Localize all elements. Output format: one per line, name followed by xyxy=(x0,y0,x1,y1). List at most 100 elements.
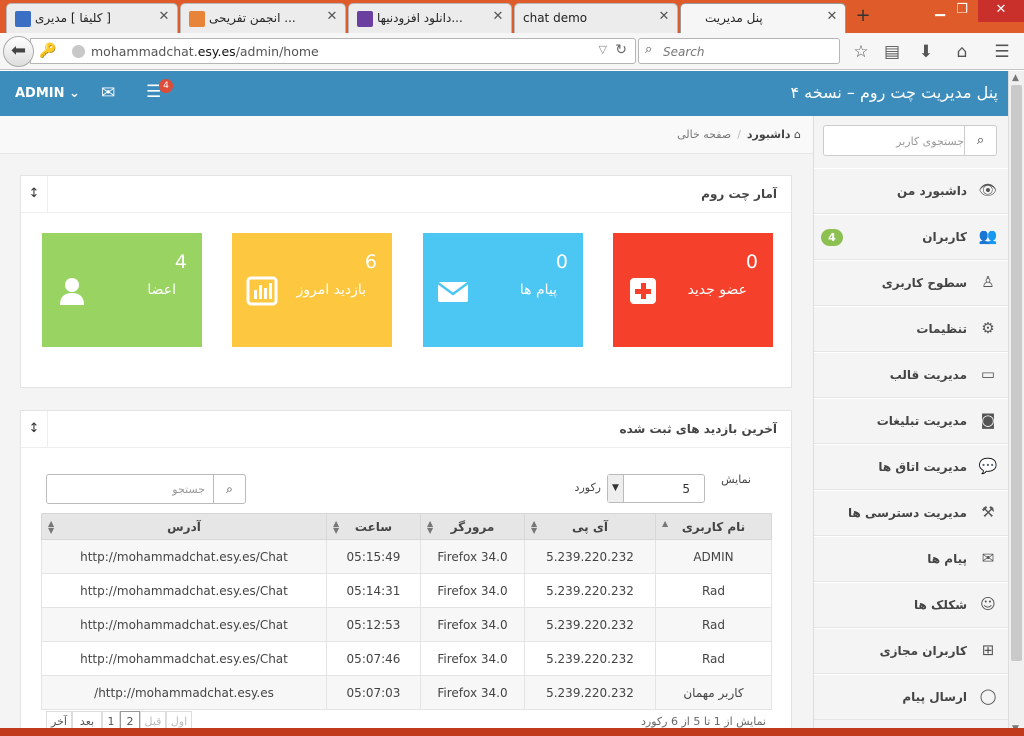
sidebar-item-label: سطوح کاربری xyxy=(881,276,967,290)
sidebar-item-virtual-users[interactable]: کاربران مجازی ⊞ xyxy=(814,628,1008,674)
sidebar-item-dashboard[interactable]: داشبورد من 👁 xyxy=(814,168,1008,214)
close-tab-icon[interactable]: ✕ xyxy=(157,9,171,24)
table-row: Rad 5.239.220.232 Firefox 34.0 05:14:31 … xyxy=(41,573,772,608)
stat-tile-new-members[interactable]: 0 عضو جدید xyxy=(613,233,773,347)
sidebar-item-label: مدیریت دسترسی ها xyxy=(848,506,967,520)
tab-addons[interactable]: دانلود افزودنیها... ✕ xyxy=(348,3,512,33)
page-info: نمایش از 1 تا 5 از 6 رکورد xyxy=(641,715,766,728)
scroll-up-icon[interactable]: ▲ xyxy=(1012,73,1019,83)
breadcrumb-current: صفحه خالی xyxy=(677,128,732,141)
bookmark-star-icon[interactable]: ☆ xyxy=(850,41,872,63)
address-bar[interactable]: 🔑 mohammadchat.esy.es/admin/home ▽ ↻ xyxy=(30,38,636,64)
close-tab-icon[interactable]: ✕ xyxy=(325,9,339,24)
stat-tile-today-visits[interactable]: 6 بازدید امروز xyxy=(232,233,392,347)
stat-value: 6 xyxy=(364,251,377,273)
sidebar-item-label: کاربران xyxy=(922,230,967,244)
restore-icon[interactable]: ❐ xyxy=(946,0,978,22)
column-header-browser[interactable]: مرورگر ▲ ▼ xyxy=(420,513,525,540)
download-icon[interactable]: ⬇ xyxy=(915,41,937,63)
records-label: رکورد xyxy=(574,481,601,494)
page-size-select[interactable]: 5 ▼ xyxy=(607,474,705,503)
key-icon[interactable]: 🔑 xyxy=(39,43,56,59)
stat-value: 0 xyxy=(555,251,568,273)
site-favicon-icon xyxy=(15,11,31,27)
cell-username: Rad xyxy=(655,641,772,676)
drag-handle-icon[interactable]: ↕ xyxy=(21,176,48,213)
site-favicon-icon xyxy=(189,11,205,27)
envelope-icon[interactable]: ✉ xyxy=(101,83,115,103)
menu-icon[interactable]: ☰ xyxy=(991,41,1013,63)
stat-tile-messages[interactable]: 0 پیام ها xyxy=(423,233,583,347)
close-tab-icon[interactable]: ✕ xyxy=(825,9,839,24)
tab-title: انجمن تفریحی ... xyxy=(209,11,296,25)
reload-icon[interactable]: ↻ xyxy=(615,42,627,58)
main-content: ⌂ داشبورد/صفحه خالی آمار چت روم ↕ 0 عضو … xyxy=(0,116,813,736)
user-search-placeholder: جستجوی کاربر xyxy=(896,135,964,148)
tab-title: پنل مدیریت xyxy=(705,11,763,25)
sidebar-item-label: کاربران مجازی xyxy=(879,644,967,658)
admin-menu[interactable]: ADMIN ⌄ xyxy=(15,86,80,101)
table-search-input[interactable]: جستجو ⌕ xyxy=(46,474,246,504)
stat-tile-members[interactable]: 4 اعضا xyxy=(42,233,202,347)
tab-kelifa[interactable]: کلیفا ] مدیری ] ✕ xyxy=(6,3,178,33)
breadcrumb-home[interactable]: داشبورد xyxy=(747,128,791,141)
cell-time: 05:15:49 xyxy=(326,539,421,574)
sidebar-item-users[interactable]: 4 کاربران 👥 xyxy=(814,214,1008,260)
tab-chat-demo[interactable]: chat demo ✕ xyxy=(514,3,678,33)
page-content: ADMIN ⌄ ✉ ☰ 4 پنل مدیریت چت روم – نسخه ۴… xyxy=(0,71,1008,736)
globe-icon[interactable] xyxy=(72,45,85,58)
column-header-ip[interactable]: آی پی ▲ ▼ xyxy=(524,513,656,540)
column-header-address[interactable]: آدرس ▲ ▼ xyxy=(41,513,327,540)
sort-icon: ▲ ▼ xyxy=(427,519,434,535)
new-tab-button[interactable]: + xyxy=(851,6,875,28)
sort-asc-icon: ▲ xyxy=(662,519,669,528)
close-tab-icon[interactable]: ✕ xyxy=(657,9,671,24)
scrollbar-thumb[interactable] xyxy=(1011,85,1022,661)
show-label: نمایش xyxy=(721,473,751,486)
window-close-icon[interactable]: ✕ xyxy=(978,0,1024,22)
drag-handle-icon[interactable]: ↕ xyxy=(21,411,48,448)
sidebar-item-user-levels[interactable]: سطوح کاربری ♙ xyxy=(814,260,1008,306)
reading-list-icon[interactable]: ▤ xyxy=(881,41,903,63)
sidebar-item-send-message[interactable]: ارسال پیام ◯ xyxy=(814,674,1008,720)
dropdown-icon[interactable]: ▽ xyxy=(599,43,607,56)
sidebar-item-messages[interactable]: پیام ها ✉ xyxy=(814,536,1008,582)
sidebar-item-settings[interactable]: تنظیمات ⚙ xyxy=(814,306,1008,352)
column-header-username[interactable]: نام کاربری ▲ xyxy=(655,513,772,540)
tab-admin-panel[interactable]: پنل مدیریت ✕ xyxy=(680,3,846,33)
tab-forum[interactable]: انجمن تفریحی ... ✕ xyxy=(180,3,346,33)
cell-browser: Firefox 34.0 xyxy=(420,539,525,574)
browser-search-input[interactable]: ⌕ Search xyxy=(638,38,840,64)
sidebar-item-theme[interactable]: مدیریت قالب ▭ xyxy=(814,352,1008,398)
cell-ip: 5.239.220.232 xyxy=(524,539,656,574)
search-icon[interactable]: ⌕ xyxy=(213,475,245,503)
sidebar-item-access[interactable]: مدیریت دسترسی ها ⚒ xyxy=(814,490,1008,536)
url-text: mohammadchat.esy.es/admin/home xyxy=(91,44,319,59)
page-scrollbar[interactable]: ▲ ▼ xyxy=(1008,71,1024,736)
envelope-icon: ✉ xyxy=(981,549,995,567)
home-icon[interactable]: ⌂ xyxy=(951,41,973,63)
table-row: ADMIN 5.239.220.232 Firefox 34.0 05:15:4… xyxy=(41,539,772,574)
user-search-input[interactable]: جستجوی کاربر ⌕ xyxy=(823,125,997,156)
close-tab-icon[interactable]: ✕ xyxy=(491,9,505,24)
cell-browser: Firefox 34.0 xyxy=(420,607,525,642)
search-icon[interactable]: ⌕ xyxy=(964,126,996,155)
sidebar-item-smileys[interactable]: شکلک ها ☺ xyxy=(814,582,1008,628)
stats-panel: آمار چت روم ↕ 0 عضو جدید 0 پیام ها 6 باز… xyxy=(20,175,792,388)
cell-time: 05:07:03 xyxy=(326,675,421,710)
cell-time: 05:12:53 xyxy=(326,607,421,642)
notification-badge: 4 xyxy=(159,79,173,93)
gavel-icon: ⚒ xyxy=(981,503,995,521)
users-icon: 👥 xyxy=(978,227,998,245)
sidebar-item-label: مدیریت قالب xyxy=(889,368,967,382)
stat-value: 4 xyxy=(174,251,187,273)
cell-browser: Firefox 34.0 xyxy=(420,573,525,608)
column-header-time[interactable]: ساعت ▲ ▼ xyxy=(326,513,421,540)
user-icon xyxy=(60,278,84,305)
breadcrumb: ⌂ داشبورد/صفحه خالی xyxy=(677,128,801,141)
sidebar-item-ads[interactable]: مدیریت تبلیغات ◙ xyxy=(814,398,1008,444)
navigation-bar: 🔑 mohammadchat.esy.es/admin/home ▽ ↻ ⬅ ⌕… xyxy=(0,33,1024,70)
back-button[interactable]: ⬅ xyxy=(3,36,34,67)
cell-time: 05:07:46 xyxy=(326,641,421,676)
sidebar-item-rooms[interactable]: مدیریت اتاق ها 💬 xyxy=(814,444,1008,490)
